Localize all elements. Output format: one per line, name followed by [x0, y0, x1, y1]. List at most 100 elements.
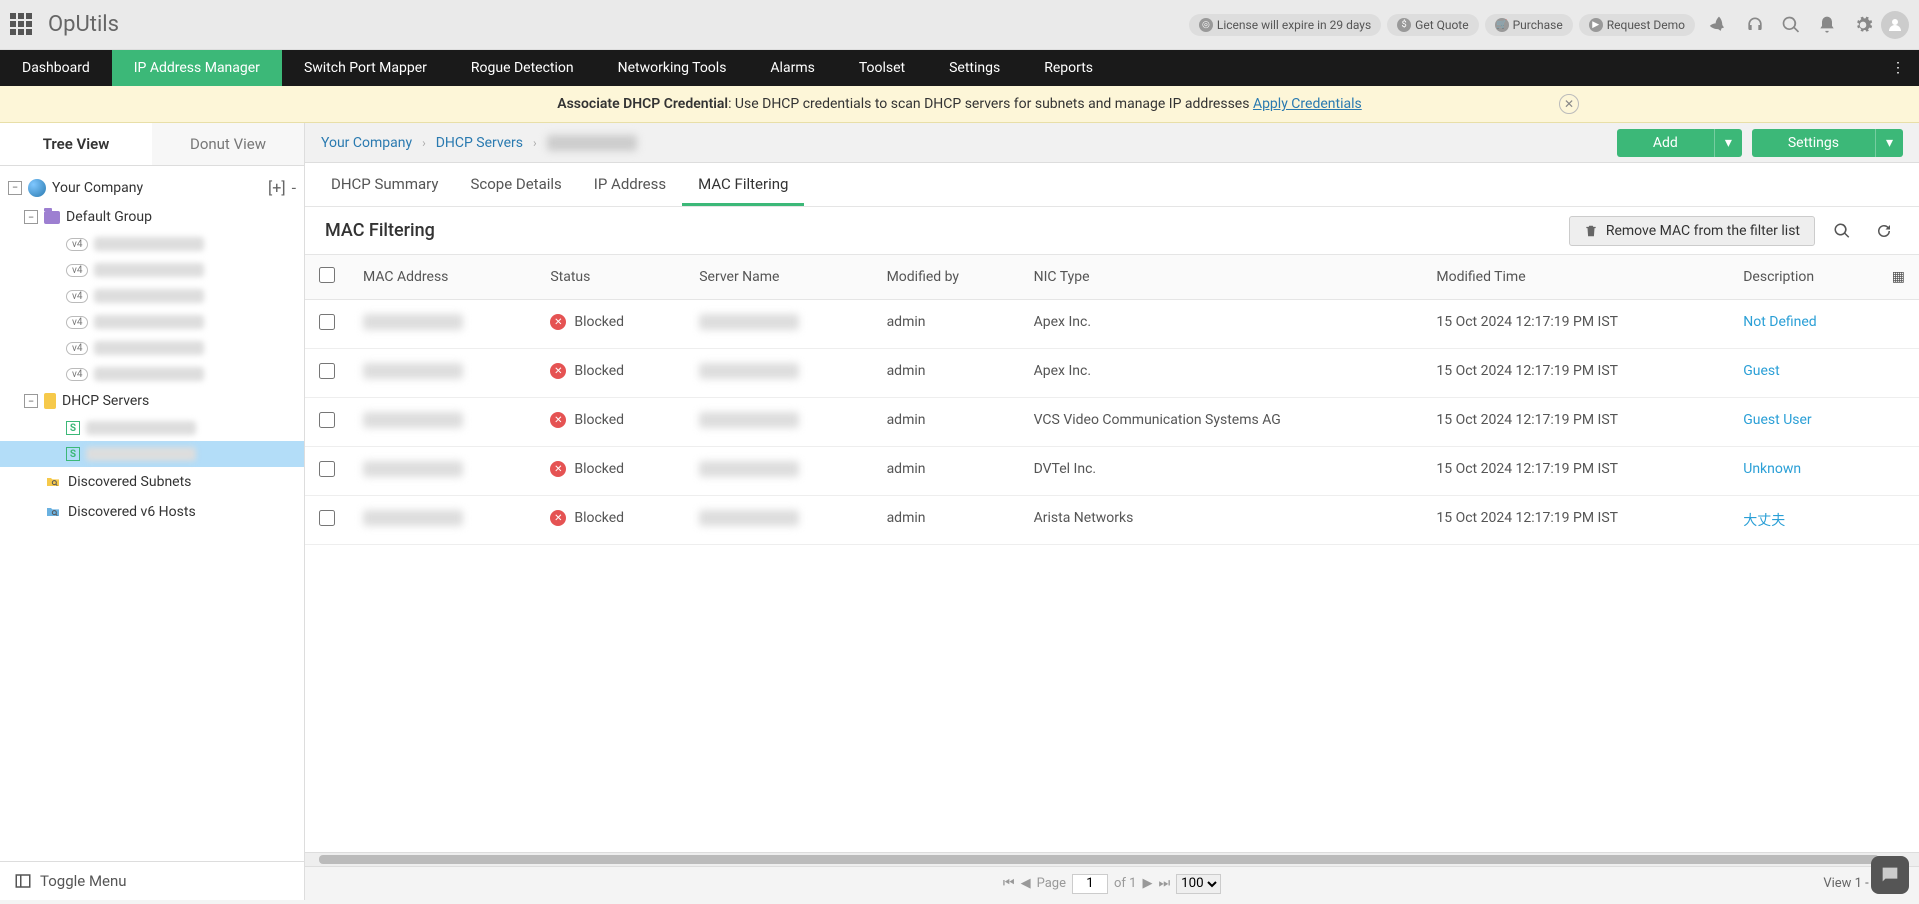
settings-button-label[interactable]: Settings [1752, 129, 1875, 157]
tree-subnet[interactable]: v4 [0, 231, 304, 257]
tree-remove-icon[interactable]: - [292, 178, 296, 197]
tree-dhcp-server-item[interactable]: S [0, 415, 304, 441]
table-search-icon[interactable] [1827, 216, 1857, 246]
apply-credentials-link[interactable]: Apply Credentials [1253, 96, 1362, 112]
breadcrumb[interactable]: Your Company [321, 135, 412, 151]
nav-alarms[interactable]: Alarms [748, 50, 836, 86]
nav-networking-tools[interactable]: Networking Tools [596, 50, 749, 86]
license-badge[interactable]: ◎License will expire in 29 days [1189, 14, 1381, 36]
tree-subnet[interactable]: v4 [0, 283, 304, 309]
tree-subnet[interactable]: v4 [0, 257, 304, 283]
col-nic-type[interactable]: NIC Type [1020, 255, 1423, 300]
row-checkbox[interactable] [319, 412, 335, 428]
purchase-badge[interactable]: 🛒Purchase [1485, 14, 1573, 36]
nav-switch-port-mapper[interactable]: Switch Port Mapper [282, 50, 449, 86]
tree-subnet[interactable]: v4 [0, 335, 304, 361]
folder-icon [44, 211, 60, 224]
col-server-name[interactable]: Server Name [685, 255, 872, 300]
v4-pill: v4 [66, 238, 88, 251]
column-chooser-icon[interactable]: ▦ [1892, 269, 1905, 285]
table-row[interactable]: ✕Blocked admin DVTel Inc. 15 Oct 2024 12… [305, 447, 1919, 496]
tree-dhcp-server-item[interactable]: S [0, 441, 304, 467]
subtab-mac-filtering[interactable]: MAC Filtering [682, 163, 804, 206]
row-checkbox[interactable] [319, 314, 335, 330]
add-button[interactable]: Add ▾ [1617, 129, 1742, 157]
description-link[interactable]: 大丈夫 [1743, 513, 1785, 529]
tab-donut-view[interactable]: Donut View [152, 123, 304, 165]
modified-by-cell: admin [873, 496, 1020, 545]
pager-page-input[interactable] [1072, 874, 1108, 894]
tree-default-group[interactable]: − Default Group [0, 203, 304, 231]
tree-discovered-v6[interactable]: Discovered v6 Hosts [0, 497, 304, 527]
description-link[interactable]: Not Defined [1743, 314, 1816, 330]
row-checkbox[interactable] [319, 461, 335, 477]
horizontal-scrollbar[interactable] [305, 852, 1919, 866]
tree-discovered-subnets[interactable]: Discovered Subnets [0, 467, 304, 497]
description-link[interactable]: Unknown [1743, 461, 1801, 477]
toggle-menu-icon [14, 872, 32, 890]
add-dropdown-icon[interactable]: ▾ [1714, 129, 1742, 157]
toggle-menu[interactable]: Toggle Menu [0, 861, 304, 900]
remove-mac-button[interactable]: Remove MAC from the filter list [1569, 216, 1815, 246]
nav-dashboard[interactable]: Dashboard [0, 50, 112, 86]
pager-first-icon[interactable]: ⏮ [1003, 876, 1015, 891]
row-checkbox[interactable] [319, 363, 335, 379]
select-all-checkbox[interactable] [319, 267, 335, 283]
refresh-icon[interactable] [1869, 216, 1899, 246]
nav-more-icon[interactable]: ⋮ [1877, 50, 1919, 86]
col-mac-address[interactable]: MAC Address [349, 255, 536, 300]
description-link[interactable]: Guest User [1743, 412, 1811, 428]
collapse-icon[interactable]: − [24, 394, 38, 408]
subtab-dhcp-summary[interactable]: DHCP Summary [315, 163, 454, 206]
pager-last-icon[interactable]: ⏭ [1158, 876, 1170, 891]
table-row[interactable]: ✕Blocked admin Apex Inc. 15 Oct 2024 12:… [305, 349, 1919, 398]
headset-icon[interactable] [1743, 13, 1767, 37]
breadcrumb[interactable]: DHCP Servers [436, 135, 523, 151]
get-quote-badge[interactable]: $Get Quote [1387, 14, 1478, 36]
avatar[interactable] [1881, 11, 1909, 39]
tab-tree-view[interactable]: Tree View [0, 123, 152, 165]
pager-size-select[interactable]: 100 [1176, 874, 1221, 894]
gear-icon[interactable] [1851, 13, 1875, 37]
subtab-scope-details[interactable]: Scope Details [454, 163, 577, 206]
tree-subnet[interactable]: v4 [0, 361, 304, 387]
col-modified-time[interactable]: Modified Time [1422, 255, 1729, 300]
rocket-icon[interactable] [1707, 13, 1731, 37]
apps-icon[interactable] [10, 13, 34, 37]
support-float-icon[interactable] [1871, 856, 1909, 894]
pager: ⏮ ◀ Page of 1 ▶ ⏭ 100 View 1 - 5 of 5 [305, 866, 1919, 900]
row-checkbox[interactable] [319, 510, 335, 526]
tree-add-icon[interactable]: [+] [268, 178, 286, 197]
col-description[interactable]: Description [1729, 255, 1878, 300]
add-button-label[interactable]: Add [1617, 129, 1714, 157]
settings-button[interactable]: Settings ▾ [1752, 129, 1903, 157]
bell-icon[interactable] [1815, 13, 1839, 37]
tree-subnet[interactable]: v4 [0, 309, 304, 335]
nav-settings[interactable]: Settings [927, 50, 1022, 86]
col-modified-by[interactable]: Modified by [873, 255, 1020, 300]
banner-close-icon[interactable]: ✕ [1559, 94, 1579, 114]
nav-toolset[interactable]: Toolset [837, 50, 927, 86]
server-name-cell [699, 461, 799, 477]
collapse-icon[interactable]: − [8, 181, 22, 195]
search-icon[interactable] [1779, 13, 1803, 37]
nav-rogue-detection[interactable]: Rogue Detection [449, 50, 596, 86]
table-row[interactable]: ✕Blocked admin Arista Networks 15 Oct 20… [305, 496, 1919, 545]
section-header: MAC Filtering Remove MAC from the filter… [305, 207, 1919, 255]
mac-address-cell [363, 314, 463, 330]
scope-icon: S [66, 421, 80, 435]
collapse-icon[interactable]: − [24, 210, 38, 224]
pager-next-icon[interactable]: ▶ [1142, 876, 1152, 891]
table-row[interactable]: ✕Blocked admin Apex Inc. 15 Oct 2024 12:… [305, 300, 1919, 349]
tree-root[interactable]: − Your Company [+]- [0, 172, 304, 203]
nav-ip-address-manager[interactable]: IP Address Manager [112, 50, 282, 86]
col-status[interactable]: Status [536, 255, 685, 300]
pager-prev-icon[interactable]: ◀ [1021, 876, 1031, 891]
description-link[interactable]: Guest [1743, 363, 1779, 379]
request-demo-badge[interactable]: ▶Request Demo [1579, 14, 1695, 36]
subtab-ip-address[interactable]: IP Address [578, 163, 682, 206]
settings-dropdown-icon[interactable]: ▾ [1875, 129, 1903, 157]
table-row[interactable]: ✕Blocked admin VCS Video Communication S… [305, 398, 1919, 447]
tree-dhcp-servers[interactable]: − DHCP Servers [0, 387, 304, 415]
nav-reports[interactable]: Reports [1022, 50, 1115, 86]
